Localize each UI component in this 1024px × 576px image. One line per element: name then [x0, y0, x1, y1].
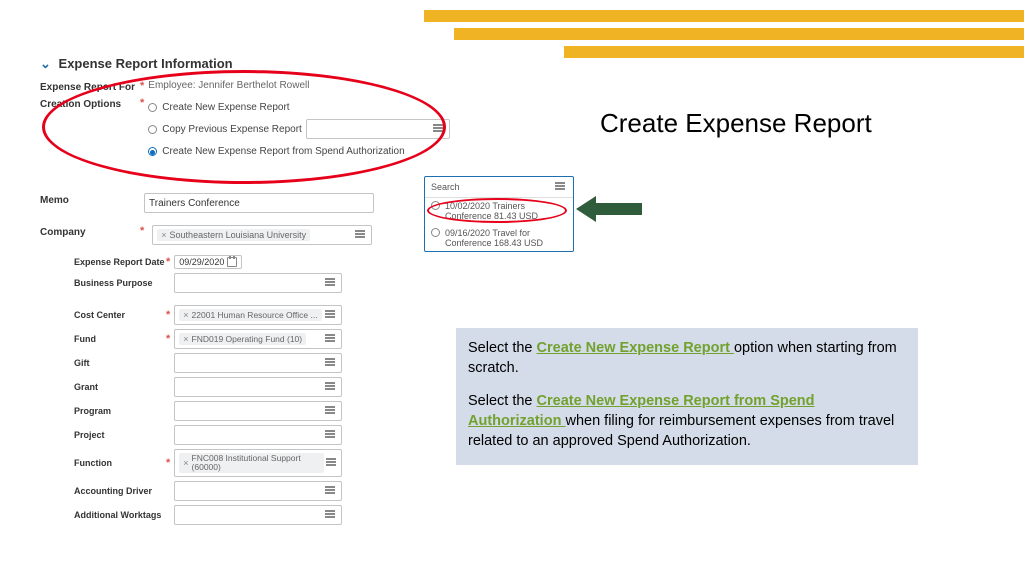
close-icon: ×	[161, 230, 166, 240]
list-icon	[325, 485, 337, 497]
cost-center-input[interactable]: ×22001 Human Resource Office ...	[174, 305, 342, 325]
radio-label: Copy Previous Expense Report	[162, 124, 302, 135]
fund-input[interactable]: ×FND019 Operating Fund (10)	[174, 329, 342, 349]
label-gift: Gift	[74, 358, 166, 368]
close-icon: ×	[183, 310, 188, 320]
company-chip[interactable]: ×Southeastern Louisiana University	[157, 229, 310, 241]
list-icon	[325, 509, 337, 521]
accounting-driver-input[interactable]	[174, 481, 342, 501]
form-panel: ⌄ Expense Report Information Expense Rep…	[40, 56, 540, 529]
label-function: Function	[74, 458, 166, 468]
instr-link-1: Create New Expense Report	[537, 340, 734, 356]
search-option-1[interactable]: 10/02/2020 Trainers Conference 81.43 USD	[425, 198, 573, 225]
label-accounting-driver: Accounting Driver	[74, 486, 166, 496]
required-indicator: *	[140, 80, 144, 92]
search-option-2[interactable]: 09/16/2020 Travel for Conference 168.43 …	[425, 225, 573, 252]
radio-search-opt-2[interactable]	[431, 228, 440, 237]
copy-previous-input[interactable]	[306, 119, 450, 139]
close-icon: ×	[183, 458, 188, 468]
list-icon	[555, 181, 567, 193]
required-indicator: *	[166, 309, 170, 321]
memo-input[interactable]: Trainers Conference	[144, 193, 374, 213]
list-icon	[325, 357, 337, 369]
page-title: Create Expense Report	[600, 108, 872, 139]
label-project: Project	[74, 430, 166, 440]
function-input[interactable]: ×FNC008 Institutional Support (60000)	[174, 449, 342, 477]
program-input[interactable]	[174, 401, 342, 421]
radio-create-new[interactable]	[148, 103, 157, 112]
fund-chip[interactable]: ×FND019 Operating Fund (10)	[179, 333, 306, 345]
list-icon	[325, 277, 337, 289]
list-icon	[325, 381, 337, 393]
radio-search-opt-1[interactable]	[431, 201, 440, 210]
date-value: 09/29/2020	[179, 257, 224, 267]
project-input[interactable]	[174, 425, 342, 445]
label-creation-options: Creation Options	[40, 97, 140, 110]
business-purpose-input[interactable]	[174, 273, 342, 293]
label-cost-center: Cost Center	[74, 310, 166, 320]
required-indicator: *	[166, 333, 170, 345]
label-fund: Fund	[74, 334, 166, 344]
required-indicator: *	[140, 97, 144, 109]
section-header[interactable]: ⌄ Expense Report Information	[40, 56, 540, 72]
required-indicator: *	[166, 457, 170, 469]
search-popup: Search 10/02/2020 Trainers Conference 81…	[424, 176, 574, 252]
required-indicator: *	[140, 225, 144, 237]
list-icon	[325, 405, 337, 417]
company-input[interactable]: ×Southeastern Louisiana University	[152, 225, 372, 245]
section-title: Expense Report Information	[59, 56, 233, 71]
label-business-purpose: Business Purpose	[74, 278, 166, 288]
function-chip[interactable]: ×FNC008 Institutional Support (60000)	[179, 453, 324, 474]
list-icon	[433, 123, 445, 135]
cost-center-chip[interactable]: ×22001 Human Resource Office ...	[179, 309, 321, 321]
radio-label: Create New Expense Report from Spend Aut…	[162, 146, 404, 157]
memo-value: Trainers Conference	[149, 198, 240, 209]
label-grant: Grant	[74, 382, 166, 392]
search-option-label: 10/02/2020 Trainers Conference 81.43 USD	[445, 201, 567, 222]
label-program: Program	[74, 406, 166, 416]
list-icon	[355, 229, 367, 241]
annotation-arrow	[576, 196, 642, 222]
radio-from-spend-auth[interactable]	[148, 147, 157, 156]
gift-input[interactable]	[174, 353, 342, 373]
grant-input[interactable]	[174, 377, 342, 397]
required-indicator: *	[166, 256, 170, 268]
label-memo: Memo	[40, 193, 140, 206]
label-company: Company	[40, 225, 140, 238]
chevron-down-icon: ⌄	[40, 56, 51, 72]
calendar-icon	[227, 257, 237, 267]
date-input[interactable]: 09/29/2020	[174, 255, 242, 269]
list-icon	[325, 309, 337, 321]
label-expense-for: Expense Report For	[40, 80, 140, 93]
radio-copy-previous[interactable]	[148, 125, 157, 134]
list-icon	[325, 429, 337, 441]
search-option-label: 09/16/2020 Travel for Conference 168.43 …	[445, 228, 567, 249]
additional-worktags-input[interactable]	[174, 505, 342, 525]
list-icon	[326, 457, 337, 469]
label-additional-worktags: Additional Worktags	[74, 510, 166, 520]
close-icon: ×	[183, 334, 188, 344]
value-expense-for: Employee: Jennifer Berthelot Rowell	[148, 80, 309, 91]
label-date: Expense Report Date	[74, 257, 166, 267]
radio-label: Create New Expense Report	[162, 102, 289, 113]
list-icon	[325, 333, 337, 345]
search-label: Search	[431, 182, 460, 192]
